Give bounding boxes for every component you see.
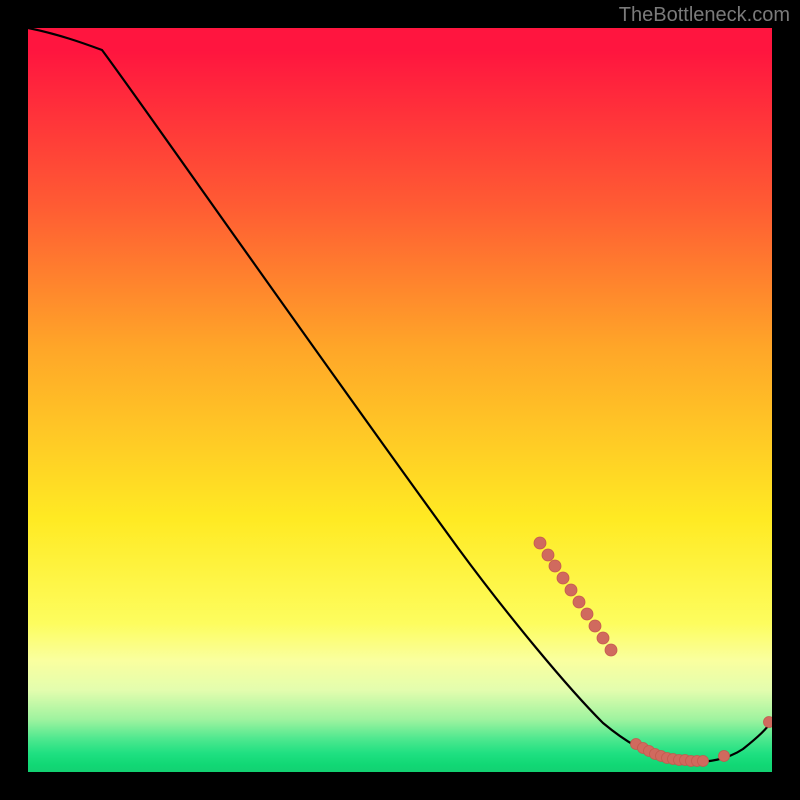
highlight-dots-upper	[534, 537, 617, 656]
highlight-dot-right	[764, 717, 773, 728]
highlight-dots-valley	[631, 739, 730, 767]
bottleneck-curve	[28, 28, 772, 762]
attribution-text: TheBottleneck.com	[619, 4, 790, 27]
chart-stage: TheBottleneck.com	[0, 0, 800, 800]
curve-layer	[28, 28, 772, 772]
plot-area	[28, 28, 772, 772]
